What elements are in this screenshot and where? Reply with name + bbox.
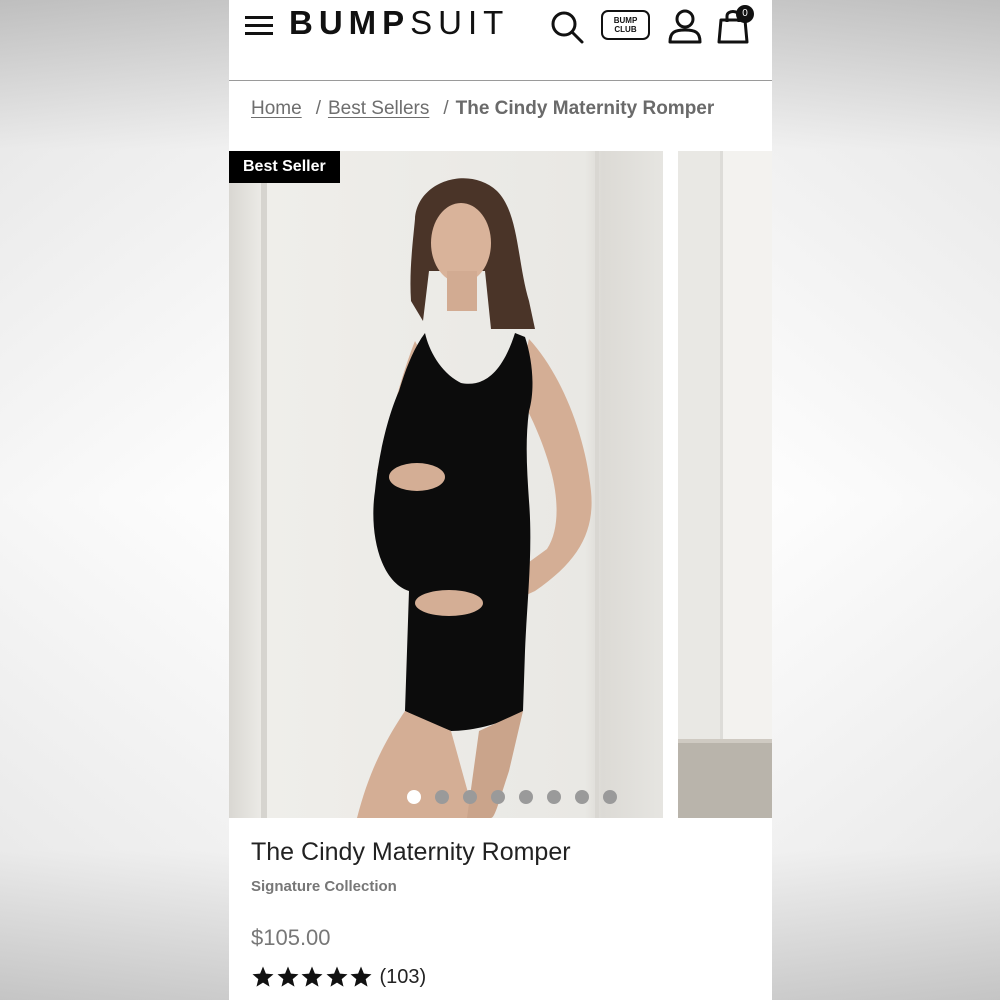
star-icon — [277, 966, 298, 987]
gallery-dot[interactable] — [547, 790, 561, 804]
breadcrumb-category-link[interactable]: Best Sellers — [328, 98, 429, 119]
product-image-main[interactable]: Best Seller — [229, 151, 663, 818]
model-photo — [229, 151, 663, 818]
best-seller-badge: Best Seller — [229, 151, 340, 183]
next-photo-preview — [678, 151, 772, 818]
brand-logo[interactable]: BUMPSUIT — [289, 4, 509, 44]
breadcrumb: Home / Best Sellers / The Cindy Maternity Ro… — [251, 98, 714, 120]
product-rating[interactable]: (103) — [251, 963, 426, 991]
club-badge-line2: CLUB — [614, 24, 637, 34]
product-collection[interactable]: Signature Collection — [251, 878, 397, 895]
mobile-page: BUMPSUIT BUMP CLUB 0 Home / Best Sellers / T… — [229, 0, 772, 1000]
product-price: $105.00 — [251, 925, 331, 950]
star-icon — [252, 966, 274, 987]
breadcrumb-separator: / — [315, 98, 321, 119]
right-backdrop — [772, 0, 1000, 1000]
cart-count-badge: 0 — [736, 5, 754, 23]
search-icon[interactable] — [549, 9, 585, 45]
product-image-next[interactable] — [678, 151, 772, 818]
review-count[interactable]: (103) — [380, 966, 427, 989]
left-backdrop — [0, 0, 229, 1000]
breadcrumb-separator: / — [443, 98, 449, 119]
star-icon — [350, 966, 372, 987]
menu-icon[interactable] — [245, 14, 275, 38]
site-header: BUMPSUIT BUMP CLUB 0 — [229, 0, 772, 81]
product-title: The Cindy Maternity Romper — [251, 838, 571, 866]
gallery-dot[interactable] — [603, 790, 617, 804]
account-icon[interactable] — [667, 8, 703, 44]
gallery-dot[interactable] — [491, 790, 505, 804]
gallery-pagination — [407, 790, 617, 804]
gallery-dot[interactable] — [463, 790, 477, 804]
breadcrumb-home-link[interactable]: Home — [251, 98, 302, 119]
product-image-gallery[interactable]: Best Seller — [229, 151, 772, 818]
gallery-dot[interactable] — [435, 790, 449, 804]
star-icon — [326, 966, 347, 987]
bump-club-button[interactable]: BUMP CLUB — [601, 10, 650, 40]
gallery-dot[interactable] — [519, 790, 533, 804]
gallery-dot[interactable] — [575, 790, 589, 804]
breadcrumb-current: The Cindy Maternity Romper — [455, 98, 715, 119]
star-icon — [301, 966, 323, 987]
gallery-dot[interactable] — [407, 790, 421, 804]
